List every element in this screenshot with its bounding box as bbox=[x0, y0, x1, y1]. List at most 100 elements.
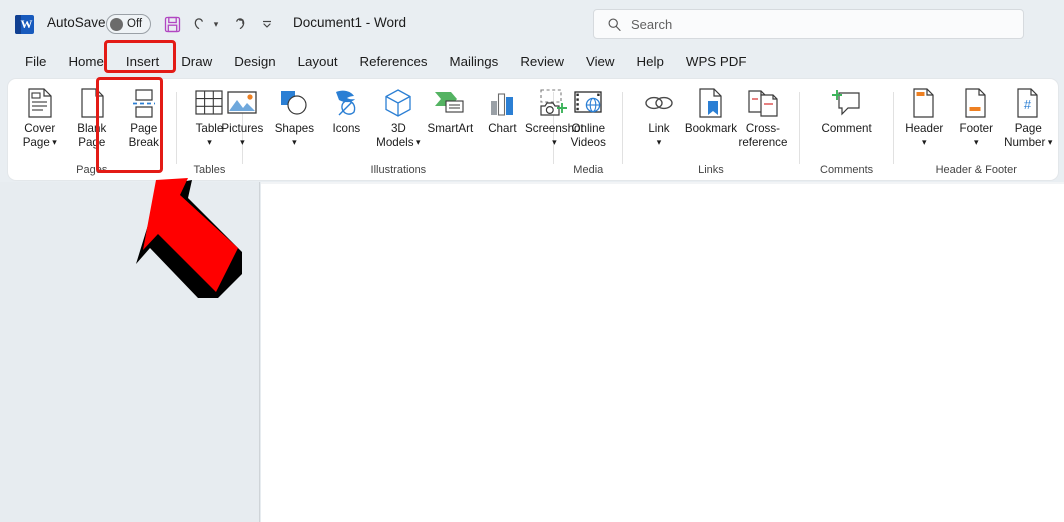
footer-button-label: Footer ▾ bbox=[959, 122, 993, 147]
page-number-icon: # bbox=[1014, 87, 1042, 119]
bookmark-icon bbox=[696, 87, 726, 119]
tab-file[interactable]: File bbox=[14, 50, 57, 74]
chevron-down-icon[interactable]: ▾ bbox=[207, 137, 212, 147]
chevron-down-icon[interactable]: ▾ bbox=[974, 137, 979, 147]
tab-view[interactable]: View bbox=[575, 50, 626, 74]
ribbon-group-label: Comments bbox=[820, 164, 874, 176]
ribbon-group-links: Link ▾ Bookmark Cross- reference Links bbox=[623, 79, 799, 180]
blank-page-icon bbox=[77, 87, 107, 119]
ribbon-group-label: Header & Footer bbox=[935, 164, 1017, 176]
cover-page-button[interactable]: Cover Page ▾ bbox=[14, 82, 66, 149]
chevron-down-icon[interactable]: ▾ bbox=[657, 137, 662, 147]
3d-models-icon bbox=[383, 87, 413, 119]
title-bar: W AutoSave Off ▾ Document1 - Word Search bbox=[0, 0, 1064, 48]
shapes-icon bbox=[278, 87, 310, 119]
tab-design[interactable]: Design bbox=[223, 50, 286, 74]
autosave-toggle[interactable]: Off bbox=[106, 14, 151, 34]
save-icon[interactable] bbox=[161, 13, 183, 35]
online-videos-button[interactable]: Online Videos bbox=[562, 82, 614, 149]
undo-caret-icon[interactable]: ▾ bbox=[210, 13, 222, 35]
cross-reference-button[interactable]: Cross- reference bbox=[737, 82, 789, 149]
redo-icon[interactable] bbox=[227, 13, 249, 35]
footer-button[interactable]: Footer ▾ bbox=[950, 82, 1002, 149]
search-box[interactable]: Search bbox=[593, 9, 1024, 39]
undo-icon[interactable] bbox=[190, 13, 212, 35]
document-page[interactable] bbox=[261, 182, 1064, 522]
ribbon: Cover Page ▾ Blank Page Page Break Pages Tab… bbox=[8, 79, 1058, 180]
chevron-down-icon[interactable]: ▾ bbox=[240, 137, 245, 147]
autosave-state-label: Off bbox=[127, 18, 143, 30]
tab-insert[interactable]: Insert bbox=[115, 50, 170, 74]
tab-review[interactable]: Review bbox=[509, 50, 575, 74]
3d-models-button[interactable]: 3D Models ▾ bbox=[372, 82, 424, 149]
link-button[interactable]: Link ▾ bbox=[633, 82, 685, 149]
chart-button[interactable]: Chart bbox=[476, 82, 528, 136]
online-videos-icon bbox=[572, 87, 604, 119]
pictures-button[interactable]: Pictures ▾ bbox=[216, 82, 268, 149]
document-area bbox=[0, 182, 1064, 522]
word-logo-letter: W bbox=[20, 17, 33, 31]
search-icon bbox=[607, 17, 622, 32]
document-left-gutter bbox=[0, 182, 260, 522]
ribbon-group-label: Pages bbox=[76, 164, 108, 176]
tab-draw[interactable]: Draw bbox=[170, 50, 223, 74]
page-break-icon bbox=[128, 87, 160, 119]
ribbon-group-illustrations: Pictures ▾ Shapes ▾ Icons 3D Models ▾ SmartA… bbox=[221, 79, 584, 180]
icons-button-label: Icons bbox=[332, 122, 361, 135]
bookmark-button[interactable]: Bookmark bbox=[685, 82, 737, 136]
chart-icon bbox=[487, 87, 517, 119]
ribbon-group-label: Media bbox=[573, 164, 604, 176]
tab-layout[interactable]: Layout bbox=[287, 50, 349, 74]
comment-icon bbox=[831, 87, 863, 119]
shapes-button-label: Shapes ▾ bbox=[274, 122, 315, 147]
tab-mailings[interactable]: Mailings bbox=[439, 50, 510, 74]
autosave-toggle-knob bbox=[110, 17, 123, 31]
icons-icon bbox=[330, 87, 362, 119]
footer-icon bbox=[962, 87, 990, 119]
page-break-button-label: Page Break bbox=[128, 122, 159, 149]
customize-quick-access-toolbar-icon[interactable] bbox=[259, 13, 275, 35]
bookmark-button-label: Bookmark bbox=[684, 122, 738, 135]
blank-page-button[interactable]: Blank Page bbox=[66, 82, 118, 149]
tab-home[interactable]: Home bbox=[57, 50, 114, 74]
pictures-button-label: Pictures ▾ bbox=[221, 122, 264, 147]
3d-models-button-label: 3D Models ▾ bbox=[376, 122, 421, 149]
cover-page-button-label: Cover Page ▾ bbox=[22, 122, 57, 149]
ribbon-group-header-footer: Header ▾ Footer ▾ # Page Number ▾ Header & F… bbox=[894, 79, 1058, 180]
link-button-label: Link ▾ bbox=[648, 122, 670, 147]
link-icon bbox=[643, 87, 675, 119]
search-input-placeholder[interactable]: Search bbox=[631, 17, 672, 32]
header-icon bbox=[910, 87, 938, 119]
chevron-down-icon[interactable]: ▾ bbox=[292, 137, 297, 147]
cover-page-icon bbox=[25, 87, 55, 119]
smartart-button[interactable]: SmartArt bbox=[424, 82, 476, 136]
page-break-button[interactable]: Page Break bbox=[118, 82, 170, 149]
word-logo-icon: W bbox=[15, 15, 34, 34]
tab-wps-pdf[interactable]: WPS PDF bbox=[675, 50, 758, 74]
ribbon-group-comments: Comment Comments bbox=[800, 79, 894, 180]
chevron-down-icon[interactable]: ▾ bbox=[50, 137, 57, 147]
cross-reference-button-label: Cross- reference bbox=[738, 122, 788, 149]
chevron-down-icon[interactable]: ▾ bbox=[1045, 137, 1053, 147]
tab-references[interactable]: References bbox=[349, 50, 439, 74]
icons-button[interactable]: Icons bbox=[320, 82, 372, 136]
page-number-button[interactable]: # Page Number ▾ bbox=[1002, 82, 1054, 149]
tab-help[interactable]: Help bbox=[626, 50, 675, 74]
chevron-down-icon[interactable]: ▾ bbox=[922, 137, 927, 147]
comment-button-label: Comment bbox=[821, 122, 872, 135]
online-videos-button-label: Online Videos bbox=[570, 122, 606, 149]
document-title: Document1 - Word bbox=[293, 15, 407, 30]
chevron-down-icon[interactable]: ▾ bbox=[414, 137, 421, 147]
ribbon-group-pages: Cover Page ▾ Blank Page Page Break Pages bbox=[8, 79, 176, 180]
ribbon-group-label: Tables bbox=[193, 164, 226, 176]
header-button[interactable]: Header ▾ bbox=[898, 82, 950, 149]
smartart-icon bbox=[433, 87, 467, 119]
shapes-button[interactable]: Shapes ▾ bbox=[268, 82, 320, 149]
header-button-label: Header ▾ bbox=[905, 122, 944, 147]
blank-page-button-label: Blank Page bbox=[77, 122, 107, 149]
ribbon-group-media: Online Videos Media bbox=[554, 79, 622, 180]
pictures-icon bbox=[226, 87, 258, 119]
autosave-label: AutoSave bbox=[47, 15, 106, 30]
ribbon-tab-strip: File Home Insert Draw Design Layout References… bbox=[0, 46, 1064, 78]
comment-button[interactable]: Comment bbox=[821, 82, 873, 136]
